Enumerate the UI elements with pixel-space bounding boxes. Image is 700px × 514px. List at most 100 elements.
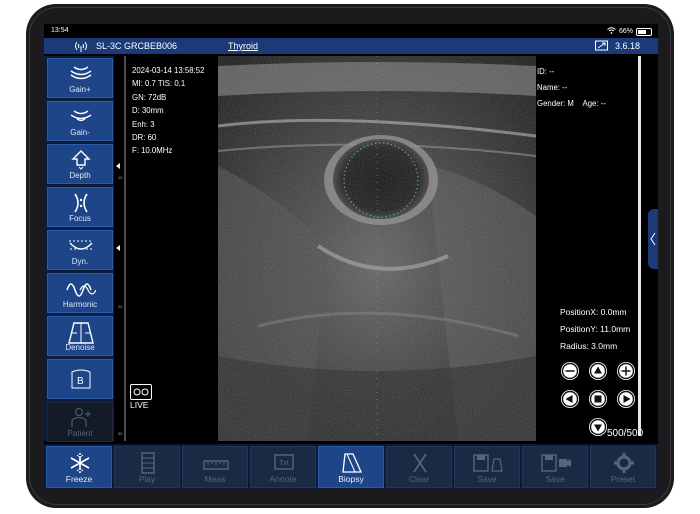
move-right-button[interactable] xyxy=(617,390,635,408)
biopsy-icon xyxy=(342,453,363,473)
sidebar-label: Denoise xyxy=(65,343,95,352)
scale-label: 20 xyxy=(118,304,123,309)
harmonic-button[interactable]: Harmonic xyxy=(47,273,113,313)
play-button[interactable]: Play xyxy=(114,446,180,488)
depth-button[interactable]: Depth xyxy=(47,144,113,184)
sidebar-label: Gain- xyxy=(70,128,90,137)
position-x: PositionX: 0.0mm xyxy=(560,307,627,317)
live-label: LIVE xyxy=(130,400,149,410)
freeze-button[interactable]: Freeze xyxy=(46,446,112,488)
b-mode-icon: B xyxy=(71,369,91,389)
sidebar-label: Depth xyxy=(69,171,91,180)
toolbar-label: Meas xyxy=(204,474,226,484)
screen-mode-icon[interactable] xyxy=(595,40,608,53)
patient-gender: Gender: M xyxy=(537,99,574,108)
close-icon xyxy=(413,453,427,473)
image-info-panel: 2024-03-14 13:58:52 MI: 0.7 TIS: 0.1 GN:… xyxy=(132,64,204,158)
gain-minus-icon xyxy=(70,110,92,122)
app-version: 3.6.18 xyxy=(614,41,640,51)
ios-status-bar: 13:54 66% xyxy=(44,24,658,38)
status-right: 66% xyxy=(607,27,652,36)
toolbar-label: Save xyxy=(545,474,565,484)
measure-button[interactable]: Meas xyxy=(182,446,248,488)
radius: Radius: 3.0mm xyxy=(560,341,618,351)
film-icon xyxy=(141,452,155,474)
screen: 13:54 66% SL-3C GRCBEB006 Thyroid 3.6.18 xyxy=(44,24,658,490)
snowflake-icon xyxy=(70,453,90,473)
move-left-button[interactable] xyxy=(561,390,579,408)
battery-icon xyxy=(636,27,652,36)
annotate-button[interactable]: Txt Annote xyxy=(250,446,316,488)
probe-wifi-icon xyxy=(74,40,88,54)
tablet-frame: 13:54 66% SL-3C GRCBEB006 Thyroid 3.6.18 xyxy=(26,4,674,508)
patient-info-panel: ID: -- Name: -- Gender: M Age: -- xyxy=(537,64,606,112)
patient-icon xyxy=(71,408,91,427)
wifi-icon xyxy=(607,27,616,36)
arrow-down-icon xyxy=(589,418,607,436)
toolbar-label: Freeze xyxy=(65,474,93,484)
dynamic-range-value: DR: 60 xyxy=(132,133,157,143)
clear-button[interactable]: Clear xyxy=(386,446,452,488)
preset-name[interactable]: Thyroid xyxy=(228,41,258,51)
app-header: SL-3C GRCBEB006 Thyroid 3.6.18 xyxy=(44,38,658,54)
chevron-left-icon xyxy=(650,232,656,246)
sidebar-label: Dyn. xyxy=(71,257,89,266)
move-down-button[interactable] xyxy=(589,418,607,436)
dynamic-range-button[interactable]: Dyn. xyxy=(47,230,113,270)
focus-button[interactable]: Focus xyxy=(47,187,113,227)
arrow-right-icon xyxy=(617,390,635,408)
sidebar-label: Gain+ xyxy=(69,85,91,94)
gear-icon xyxy=(614,453,634,473)
enhance-value: Enh: 3 xyxy=(132,119,155,129)
depth-value: D: 30mm xyxy=(132,106,164,116)
save-video-button[interactable]: Save xyxy=(522,446,588,488)
toolbar-label: Annote xyxy=(269,474,297,484)
gain-minus-button[interactable]: Gain- xyxy=(47,101,113,141)
scrollbar[interactable] xyxy=(638,56,641,436)
biopsy-button[interactable]: Biopsy xyxy=(318,446,384,488)
preset-button[interactable]: Preset xyxy=(590,446,656,488)
battery-percent: 66% xyxy=(618,28,633,35)
frame-counter: 500/500 xyxy=(607,428,644,439)
denoise-button[interactable]: Denoise xyxy=(47,316,113,356)
minus-circle-icon xyxy=(561,362,579,380)
right-panel-tab[interactable] xyxy=(648,209,658,269)
left-sidebar: Gain+ Gain- Depth Focus Dyn. Harmonic De… xyxy=(44,56,114,442)
dynamic-range-icon xyxy=(69,240,93,250)
focus-icon xyxy=(74,193,88,213)
save-image-button[interactable]: Save xyxy=(454,446,520,488)
arrow-left-icon xyxy=(561,390,579,408)
gain-value: GN: 72dB xyxy=(132,92,167,102)
sidebar-label: Harmonic xyxy=(62,300,98,309)
svg-text:B: B xyxy=(77,376,84,387)
scale-label: 10 xyxy=(118,175,123,180)
b-mode-button[interactable]: B xyxy=(47,359,113,399)
shrink-button[interactable] xyxy=(561,362,579,380)
device-id: SL-3C GRCBEB006 xyxy=(96,41,178,51)
sidebar-label: Patient xyxy=(67,429,93,438)
enlarge-button[interactable] xyxy=(617,362,635,380)
move-up-button[interactable] xyxy=(589,362,607,380)
harmonic-icon xyxy=(66,283,96,297)
ultrasound-image xyxy=(218,56,536,441)
depth-icon xyxy=(71,150,91,170)
toolbar-label: Save xyxy=(477,474,497,484)
position-y: PositionY: 11.0mm xyxy=(560,324,631,334)
gain-plus-icon xyxy=(70,66,92,80)
plus-circle-icon xyxy=(617,362,635,380)
scale-label: 30 xyxy=(118,431,123,436)
measurement-panel: PositionX: 0.0mm PositionY: 11.0mm Radiu… xyxy=(560,304,630,355)
save-video-icon xyxy=(541,454,571,472)
ruler-icon xyxy=(203,460,229,470)
patient-button[interactable]: Patient xyxy=(47,402,113,442)
stop-square-icon xyxy=(589,390,607,408)
gain-plus-button[interactable]: Gain+ xyxy=(47,58,113,98)
cine-icon[interactable] xyxy=(130,384,152,400)
sidebar-label: Focus xyxy=(69,214,91,223)
save-image-icon xyxy=(473,454,503,472)
timestamp: 2024-03-14 13:58:52 xyxy=(132,66,205,75)
denoise-icon xyxy=(68,322,94,344)
status-time: 13:54 xyxy=(51,27,69,34)
toolbar-label: Preset xyxy=(610,474,636,484)
confirm-button[interactable] xyxy=(589,390,607,408)
